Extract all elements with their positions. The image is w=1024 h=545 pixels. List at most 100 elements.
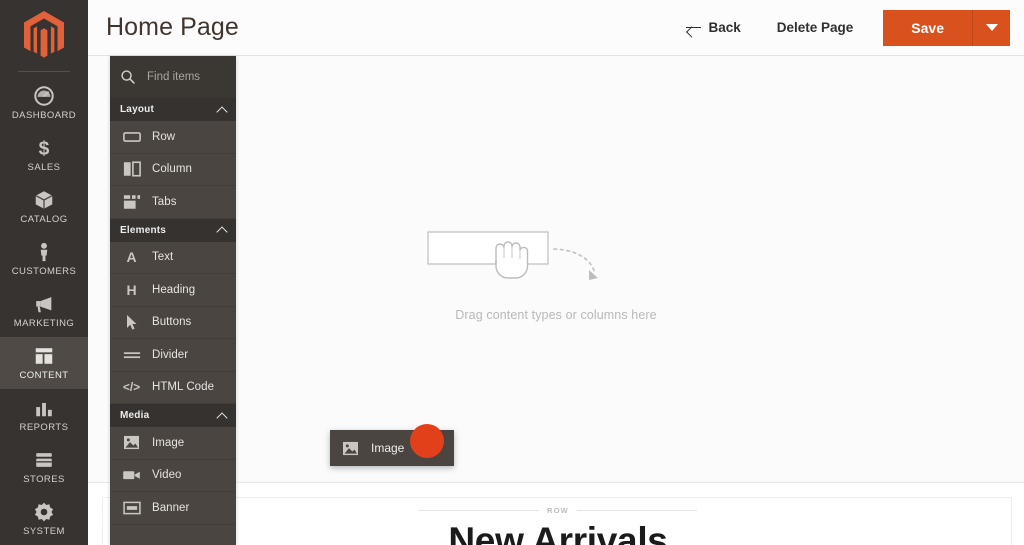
chevron-up-icon bbox=[217, 411, 227, 421]
sidebar-item-label: CATALOG bbox=[20, 214, 68, 226]
panel-group-media[interactable]: Media bbox=[110, 404, 236, 427]
drop-hint: Drag content types or columns here bbox=[406, 216, 706, 322]
row-tag-label: ROW bbox=[547, 506, 569, 515]
panel-group-elements[interactable]: Elements bbox=[110, 218, 236, 242]
cursor-highlight-dot bbox=[410, 424, 444, 458]
search-icon bbox=[120, 69, 136, 85]
save-button[interactable]: Save bbox=[883, 9, 972, 46]
arrow-left-icon bbox=[686, 22, 702, 34]
image-picture-icon bbox=[122, 434, 141, 452]
sidebar-item-reports[interactable]: REPORTS bbox=[0, 389, 88, 441]
panel-item-label: Divider bbox=[152, 348, 189, 361]
svg-text:$: $ bbox=[39, 139, 50, 160]
panel-item-tabs[interactable]: Tabs bbox=[110, 186, 236, 219]
magento-logo[interactable] bbox=[0, 0, 88, 71]
heading-h-icon: H bbox=[126, 281, 137, 298]
bar-chart-icon bbox=[33, 397, 55, 419]
row-tag-line-right bbox=[576, 510, 697, 511]
sidebar-item-catalog[interactable]: CATALOG bbox=[0, 181, 88, 233]
panel-item-column[interactable]: Column bbox=[110, 153, 236, 186]
panel-item-html-code[interactable]: </> HTML Code bbox=[110, 371, 236, 404]
sidebar-item-customers[interactable]: CUSTOMERS bbox=[0, 233, 88, 285]
sidebar-item-label: STORES bbox=[23, 474, 65, 486]
sidebar-item-label: SALES bbox=[27, 162, 61, 174]
tabs-icon bbox=[122, 193, 141, 211]
panel-item-label: Heading bbox=[152, 283, 196, 296]
back-button[interactable]: Back bbox=[668, 0, 758, 55]
page-builder-screen: DASHBOARD $ SALES CATALOG CUSTOMERS MARK… bbox=[0, 0, 1024, 545]
chevron-up-icon bbox=[217, 105, 227, 115]
admin-sidebar: DASHBOARD $ SALES CATALOG CUSTOMERS MARK… bbox=[0, 0, 88, 545]
image-picture-icon bbox=[341, 439, 360, 457]
panel-item-buttons[interactable]: Buttons bbox=[110, 306, 236, 339]
page-builder-panel: Layout Row Column Tabs Elements bbox=[110, 56, 236, 545]
row-tag-wrap: ROW bbox=[103, 506, 1013, 515]
cursor-arrow-icon bbox=[122, 313, 141, 331]
panel-item-divider[interactable]: Divider bbox=[110, 339, 236, 372]
sidebar-item-label: SYSTEM bbox=[23, 526, 65, 538]
sidebar-item-label: MARKETING bbox=[13, 318, 75, 330]
panel-item-image[interactable]: Image bbox=[110, 427, 236, 460]
panel-item-heading[interactable]: H Heading bbox=[110, 274, 236, 307]
back-button-label: Back bbox=[708, 20, 741, 35]
delete-page-button[interactable]: Delete Page bbox=[759, 0, 872, 55]
panel-item-label: Buttons bbox=[152, 316, 192, 329]
sidebar-item-marketing[interactable]: MARKETING bbox=[0, 285, 88, 337]
person-icon bbox=[33, 241, 55, 263]
layout-blocks-icon bbox=[33, 345, 55, 367]
delete-page-label: Delete Page bbox=[776, 20, 854, 35]
panel-item-text[interactable]: A Text bbox=[110, 241, 236, 274]
header-actions: Back Delete Page Save bbox=[668, 0, 1024, 55]
sidebar-item-label: CONTENT bbox=[19, 370, 69, 382]
sidebar-item-sales[interactable]: $ SALES bbox=[0, 129, 88, 181]
panel-item-label: Row bbox=[152, 130, 176, 143]
sidebar-item-dashboard[interactable]: DASHBOARD bbox=[0, 77, 88, 129]
panel-group-title: Elements bbox=[120, 224, 167, 236]
banner-icon bbox=[122, 499, 141, 517]
panel-item-label: Tabs bbox=[152, 195, 177, 208]
page-title: Home Page bbox=[106, 13, 239, 41]
panel-group-title: Media bbox=[120, 410, 150, 421]
sidebar-item-content[interactable]: CONTENT bbox=[0, 337, 88, 390]
sidebar-divider bbox=[18, 70, 70, 72]
drag-hand-arrow-icon bbox=[406, 216, 706, 298]
text-a-icon: A bbox=[126, 249, 137, 266]
panel-group-layout[interactable]: Layout bbox=[110, 98, 236, 121]
magento-logo-icon bbox=[24, 11, 64, 58]
panel-item-label: Column bbox=[152, 163, 192, 176]
drag-ghost-label: Image bbox=[371, 441, 405, 455]
row-frame: ROW New Arrivals bbox=[102, 497, 1012, 545]
page-header: Home Page Back Delete Page Save bbox=[88, 0, 1024, 56]
row-icon bbox=[122, 128, 141, 146]
panel-item-label: Video bbox=[152, 469, 182, 482]
code-brackets-icon: </> bbox=[122, 380, 141, 395]
box-cube-icon bbox=[33, 189, 55, 211]
sidebar-item-label: DASHBOARD bbox=[11, 110, 77, 122]
chevron-up-icon bbox=[217, 225, 227, 235]
panel-item-label: HTML Code bbox=[152, 381, 215, 394]
gear-icon bbox=[33, 501, 55, 523]
video-camera-icon bbox=[122, 466, 141, 484]
panel-item-label: Image bbox=[152, 436, 185, 449]
panel-item-label: Text bbox=[152, 251, 174, 264]
search-input[interactable] bbox=[147, 71, 227, 83]
save-dropdown-toggle[interactable] bbox=[972, 9, 1010, 46]
panel-item-banner[interactable]: Banner bbox=[110, 492, 236, 525]
panel-search[interactable] bbox=[110, 56, 236, 98]
row-tag-line-left bbox=[419, 510, 540, 511]
sidebar-item-label: CUSTOMERS bbox=[11, 266, 77, 278]
drop-hint-text: Drag content types or columns here bbox=[455, 308, 657, 322]
store-icon bbox=[33, 449, 55, 471]
panel-group-title: Layout bbox=[120, 104, 154, 115]
column-icon bbox=[122, 160, 141, 178]
sidebar-item-stores[interactable]: STORES bbox=[0, 441, 88, 493]
panel-item-row[interactable]: Row bbox=[110, 121, 236, 154]
panel-item-video[interactable]: Video bbox=[110, 459, 236, 492]
sidebar-item-system[interactable]: SYSTEM bbox=[0, 493, 88, 545]
megaphone-icon bbox=[33, 293, 55, 315]
row-heading: New Arrivals bbox=[448, 520, 668, 545]
divider-lines-icon bbox=[122, 346, 141, 364]
chevron-down-icon bbox=[985, 24, 998, 31]
dollar-sign-icon: $ bbox=[33, 137, 55, 160]
save-split-button: Save bbox=[883, 9, 1010, 46]
